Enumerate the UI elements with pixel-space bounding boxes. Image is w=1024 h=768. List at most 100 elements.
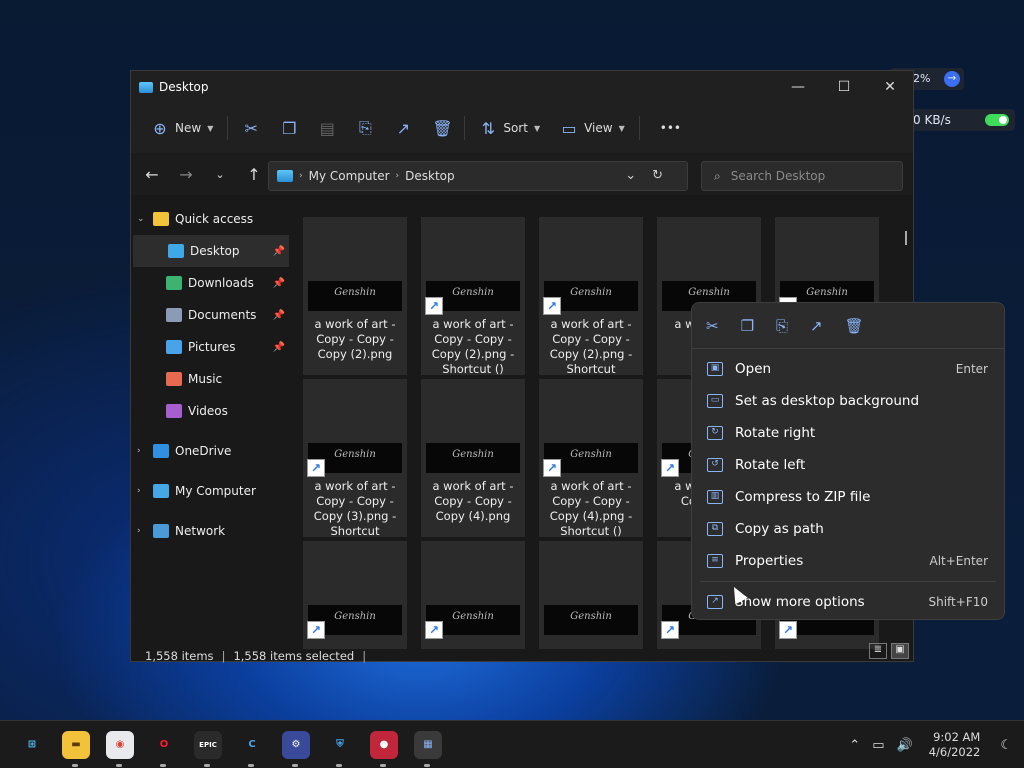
- cut-button[interactable]: ✂: [232, 112, 270, 144]
- file-tile[interactable]: Genshin: [539, 541, 643, 649]
- sort-button[interactable]: ⇅ Sort ▼: [469, 112, 550, 144]
- expand-chevron-icon[interactable]: ›: [137, 446, 149, 456]
- menu-item-open[interactable]: ▣ Open Enter: [692, 353, 1004, 385]
- app-blue-icon[interactable]: ⚙: [282, 731, 310, 767]
- delete-button[interactable]: 🗑: [422, 112, 460, 144]
- menu-item-properties[interactable]: ≡ Properties Alt+Enter: [692, 545, 1004, 577]
- menu-icon: ▥: [707, 490, 723, 504]
- nav-label: Network: [175, 524, 226, 538]
- maximize-button[interactable]: ☐: [821, 71, 867, 103]
- title-bar[interactable]: Desktop — ☐ ✕: [131, 71, 913, 103]
- menu-icon: ↗: [707, 595, 723, 609]
- back-arrow-icon[interactable]: ←: [135, 165, 169, 184]
- breadcrumb-desktop[interactable]: Desktop: [405, 169, 455, 183]
- file-tile[interactable]: Genshin ↗ a work of art - Copy - Copy - Co…: [421, 217, 525, 376]
- nav-item-desktop[interactable]: Desktop 📌: [133, 235, 289, 267]
- recorder-icon[interactable]: ●: [370, 731, 398, 767]
- thumbnail-image: Genshin: [544, 605, 638, 635]
- selected-count: 1,558 items selected: [233, 649, 355, 663]
- forward-arrow-icon[interactable]: →: [169, 165, 203, 184]
- nav-item-my-computer[interactable]: › My Computer: [131, 475, 289, 507]
- toggle-switch[interactable]: [985, 114, 1009, 126]
- nav-item-videos[interactable]: Videos: [131, 395, 289, 427]
- rename-icon[interactable]: ⎘: [776, 317, 788, 335]
- nav-item-downloads[interactable]: Downloads 📌: [131, 267, 289, 299]
- shortcut-key: Shift+F10: [928, 595, 988, 609]
- file-tile[interactable]: Genshin↗: [421, 541, 525, 649]
- up-arrow-icon[interactable]: ↑: [237, 165, 271, 184]
- chevron-down-icon: ▼: [207, 123, 214, 133]
- menu-icon: ▭: [707, 394, 723, 408]
- close-button[interactable]: ✕: [867, 71, 913, 103]
- calculator-icon[interactable]: ▦: [414, 731, 442, 767]
- menu-label: Compress to ZIP file: [735, 489, 871, 505]
- nav-item-documents[interactable]: Documents 📌: [131, 299, 289, 331]
- file-tile[interactable]: Genshin ↗ a work of art - Copy - Copy - Co…: [303, 379, 407, 538]
- menu-item-compress-to-zip-file[interactable]: ▥ Compress to ZIP file: [692, 481, 1004, 513]
- folder-icon: [153, 212, 169, 226]
- opera-icon[interactable]: O: [150, 731, 178, 767]
- shortcut-arrow-icon: ↗: [307, 459, 325, 477]
- expand-chevron-icon[interactable]: ⌄: [137, 214, 149, 224]
- new-button[interactable]: ⊕ New ▼: [141, 112, 223, 144]
- computer-icon: [277, 170, 293, 182]
- expand-chevron-icon[interactable]: ›: [137, 486, 149, 496]
- recent-chevron-icon[interactable]: ⌄: [203, 168, 237, 181]
- shortcut-arrow-icon: ↗: [543, 297, 561, 315]
- scissors-icon[interactable]: ✂: [706, 317, 719, 335]
- trash-icon[interactable]: 🗑: [845, 317, 864, 335]
- chrome-icon[interactable]: ◉: [106, 731, 134, 767]
- scrollbar[interactable]: [905, 231, 907, 245]
- menu-item-set-as-desktop-background[interactable]: ▭ Set as desktop background: [692, 385, 1004, 417]
- ccleaner-icon[interactable]: C: [238, 731, 266, 767]
- file-name: a work of art - Copy - Copy - Copy (4).p…: [432, 479, 514, 523]
- breadcrumb-my-computer[interactable]: My Computer: [309, 169, 390, 183]
- file-explorer-icon[interactable]: ▬: [62, 731, 90, 767]
- nav-item-pictures[interactable]: Pictures 📌: [131, 331, 289, 363]
- network-icon[interactable]: ▭: [872, 738, 884, 753]
- expand-chevron-icon[interactable]: ›: [137, 526, 149, 536]
- details-view-icon[interactable]: ≣: [869, 643, 887, 659]
- menu-item-copy-as-path[interactable]: ⧉ Copy as path: [692, 513, 1004, 545]
- copy-icon[interactable]: ❐: [741, 317, 754, 335]
- menu-item-rotate-right[interactable]: ↻ Rotate right: [692, 417, 1004, 449]
- nav-item-onedrive[interactable]: › OneDrive: [131, 435, 289, 467]
- chevron-up-icon[interactable]: ⌃: [849, 738, 860, 753]
- file-tile[interactable]: Genshin a work of art - Copy - Copy - Cop…: [303, 217, 407, 375]
- share-icon[interactable]: ↗: [810, 317, 823, 335]
- file-name: a work of art - Copy - Copy - Copy (2).p…: [549, 317, 633, 376]
- file-tile[interactable]: Genshin ↗ a work of art - Copy - Copy - Co…: [539, 217, 643, 376]
- view-icon: ▭: [561, 118, 577, 138]
- file-tile[interactable]: Genshin↗: [303, 541, 407, 649]
- taskbar: ⊞ ▬ ◉ O EPIC C ⚙ ⛨ ● ▦ ⌃ ▭ 🔊 9:02 AM 4/6/2022 ☾: [0, 720, 1024, 768]
- minimize-button[interactable]: —: [775, 71, 821, 103]
- menu-item-rotate-left[interactable]: ↺ Rotate left: [692, 449, 1004, 481]
- nav-label: Desktop: [190, 244, 240, 258]
- nav-item-quick-access[interactable]: ⌄ Quick access: [131, 203, 289, 235]
- menu-label: Open: [735, 361, 772, 377]
- arrow-icon[interactable]: →: [944, 71, 960, 87]
- share-button[interactable]: ↗: [384, 112, 422, 144]
- clock[interactable]: 9:02 AM 4/6/2022: [929, 730, 981, 760]
- search-input[interactable]: ⌕ Search Desktop: [701, 161, 903, 191]
- address-bar[interactable]: › My Computer › Desktop ⌄↻: [268, 161, 688, 191]
- app-glyph: ⚙: [291, 739, 301, 750]
- view-button[interactable]: ▭ View ▼: [550, 112, 635, 144]
- folder-icon: [153, 444, 169, 458]
- nav-item-network[interactable]: › Network: [131, 515, 289, 547]
- nav-item-music[interactable]: Music: [131, 363, 289, 395]
- more-button[interactable]: •••: [644, 112, 691, 144]
- focus-assist-icon[interactable]: ☾: [1000, 738, 1012, 753]
- file-tile[interactable]: Genshin a work of art - Copy - Copy - Cop…: [421, 379, 525, 537]
- epic-games-icon[interactable]: EPIC: [194, 731, 222, 767]
- volume-icon[interactable]: 🔊: [897, 738, 913, 753]
- defender-icon[interactable]: ⛨: [326, 731, 354, 767]
- rename-button[interactable]: ⎘: [346, 112, 384, 144]
- start-icon[interactable]: ⊞: [18, 731, 46, 759]
- copy-button[interactable]: ❐: [270, 112, 308, 144]
- refresh-icon[interactable]: ⌄↻: [625, 168, 679, 183]
- paste-button[interactable]: ▤: [308, 112, 346, 144]
- file-tile[interactable]: Genshin ↗ a work of art - Copy - Copy - Co…: [539, 379, 643, 538]
- time-label: 9:02 AM: [933, 730, 981, 744]
- tiles-view-icon[interactable]: ▣: [891, 643, 909, 659]
